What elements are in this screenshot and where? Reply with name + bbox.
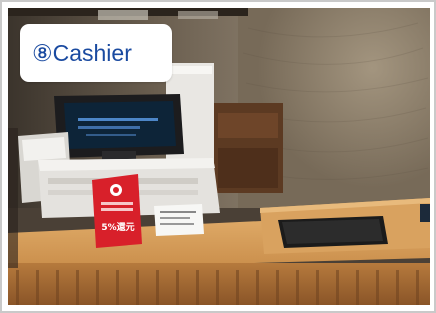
sign-text: 5%還元 — [101, 221, 134, 233]
pos-terminal-monitor — [54, 94, 184, 161]
cashless-sign: 5%還元 — [92, 174, 142, 248]
caption-text: ⑧Cashier — [32, 39, 132, 66]
info-card — [154, 204, 204, 236]
image-frame: 5%還元 ⑧Cashier — [0, 0, 436, 313]
cash-tray — [278, 216, 388, 248]
caption-label: ⑧Cashier — [20, 24, 172, 82]
